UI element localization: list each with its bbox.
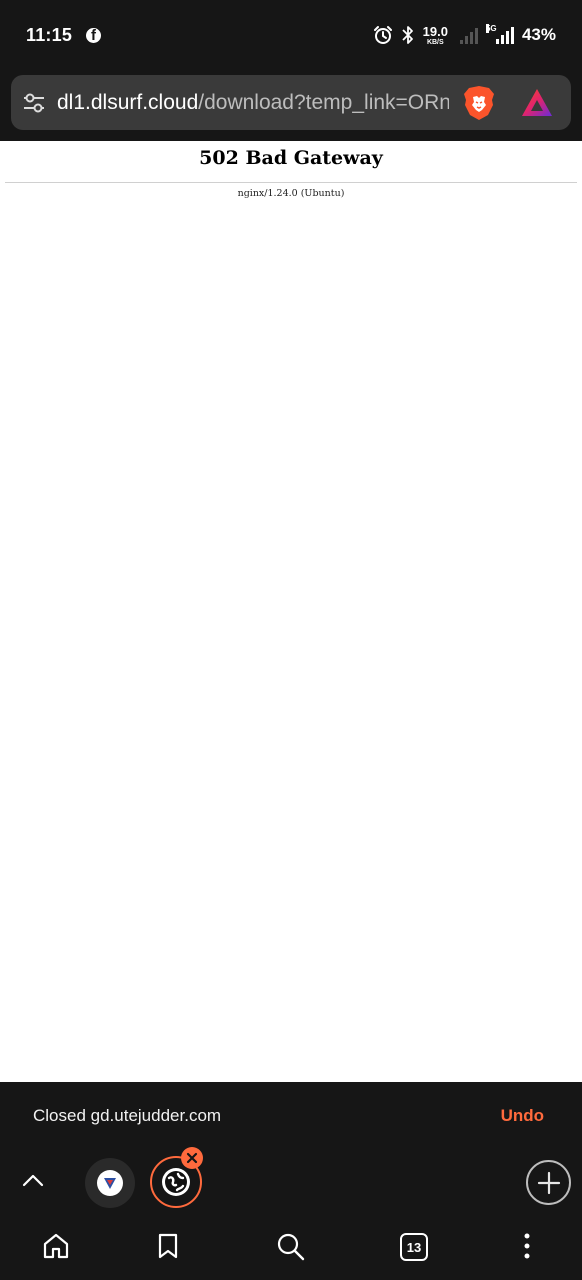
url-text[interactable]: dl1.dlsurf.cloud/download?temp_link=ORnj bbox=[57, 91, 449, 115]
status-left: 11:15 bbox=[26, 24, 102, 46]
server-signature: nginx/1.24.0 (Ubuntu) bbox=[237, 188, 345, 199]
tab-favicon bbox=[97, 1170, 123, 1196]
close-icon bbox=[186, 1152, 198, 1164]
bottom-panel: Closed gd.utejudder.com Undo 13 bbox=[0, 1082, 582, 1280]
status-right: 19.0 KB/S 5G 43% bbox=[373, 24, 556, 46]
brave-rewards-icon[interactable] bbox=[521, 88, 553, 118]
facebook-icon bbox=[86, 27, 102, 43]
tab-thumbnail[interactable] bbox=[85, 1158, 135, 1208]
close-tab-button[interactable] bbox=[181, 1147, 203, 1169]
divider bbox=[5, 182, 577, 183]
status-time: 11:15 bbox=[26, 24, 73, 45]
network-type: 5G bbox=[485, 24, 497, 33]
tab-favicon-globe bbox=[162, 1168, 190, 1196]
address-bar[interactable]: dl1.dlsurf.cloud/download?temp_link=ORnj bbox=[11, 75, 571, 130]
net-speed: 19.0 KB/S bbox=[423, 25, 448, 46]
snackbar-message: Closed gd.utejudder.com bbox=[33, 1106, 222, 1125]
undo-button[interactable]: Undo bbox=[501, 1106, 544, 1126]
bookmark-icon[interactable] bbox=[155, 1232, 181, 1260]
tab-strip bbox=[0, 1147, 582, 1210]
bottom-toolbar: 13 bbox=[0, 1220, 582, 1280]
plus-icon bbox=[537, 1171, 560, 1194]
new-tab-button[interactable] bbox=[526, 1160, 571, 1205]
alarm-icon bbox=[373, 26, 392, 44]
brave-shields-icon[interactable] bbox=[463, 85, 495, 121]
signal-icon bbox=[459, 26, 478, 44]
battery-indicator: 43% bbox=[521, 25, 556, 44]
chevron-up-icon[interactable] bbox=[20, 1168, 46, 1194]
bluetooth-icon bbox=[402, 26, 413, 44]
signal-icon-5g: 5G bbox=[485, 24, 514, 44]
tabs-button[interactable]: 13 bbox=[400, 1233, 428, 1261]
page-title: 502 Bad Gateway bbox=[199, 147, 383, 169]
more-vertical-icon[interactable] bbox=[520, 1232, 534, 1260]
search-icon[interactable] bbox=[276, 1232, 306, 1262]
net-speed-value: 19.0 bbox=[422, 23, 448, 39]
site-settings-icon[interactable] bbox=[23, 92, 45, 114]
address-bar-container: dl1.dlsurf.cloud/download?temp_link=ORnj bbox=[0, 70, 582, 141]
net-speed-unit: KB/S bbox=[426, 38, 444, 46]
home-icon[interactable] bbox=[42, 1232, 70, 1260]
url-host: dl1.dlsurf.cloud bbox=[57, 90, 199, 114]
status-bar: 11:15 19.0 KB/S 5G 43% bbox=[0, 0, 582, 70]
web-page: 502 Bad Gateway nginx/1.24.0 (Ubuntu) bbox=[0, 141, 582, 1082]
url-path: /download?temp_link=ORnj bbox=[198, 90, 449, 114]
snackbar: Closed gd.utejudder.com Undo bbox=[0, 1082, 582, 1150]
